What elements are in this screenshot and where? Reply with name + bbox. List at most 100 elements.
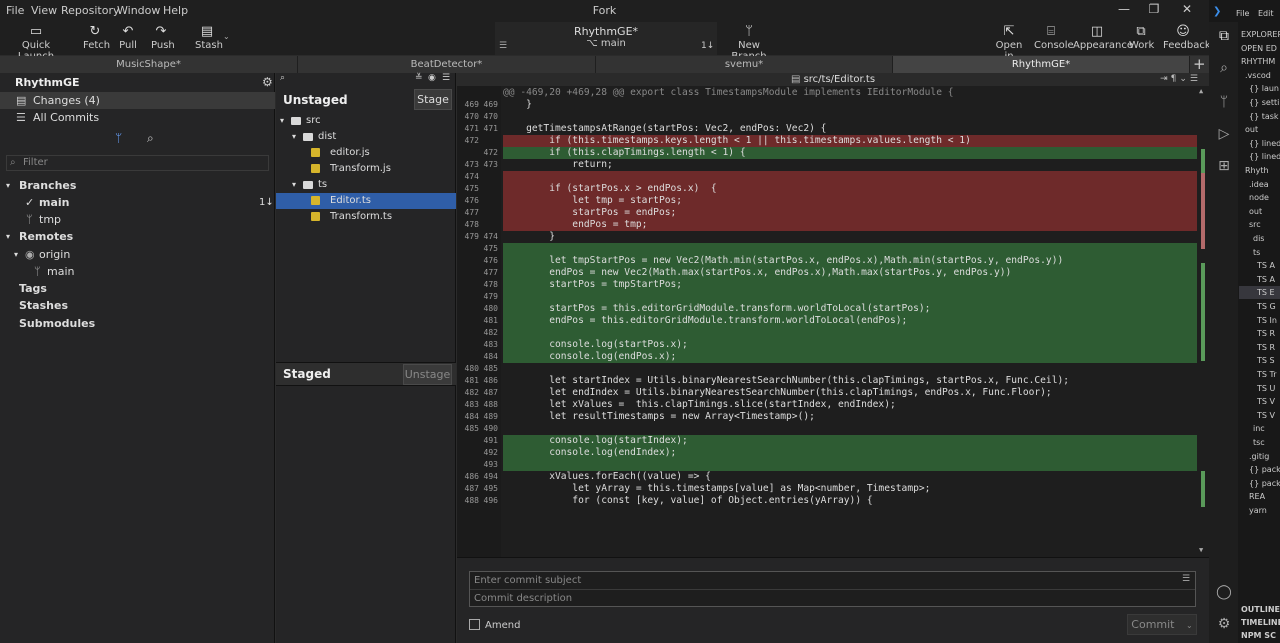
- close-icon[interactable]: ✕: [1172, 2, 1202, 16]
- gear-icon[interactable]: ⚙: [262, 75, 273, 89]
- tree-file[interactable]: Transform.ts: [276, 209, 456, 225]
- diff-line[interactable]: 480 485: [457, 363, 1197, 375]
- sidebar-section-remotes[interactable]: ▾ Remotes: [0, 228, 275, 245]
- sidebar-branch-tmp[interactable]: ᛘ tmp: [0, 211, 275, 228]
- vscode-explorer-item[interactable]: TS S: [1239, 354, 1280, 367]
- templates-icon[interactable]: ☰: [1182, 574, 1190, 584]
- diff-line[interactable]: 483 488 let xValues = this.clapTimings.sl…: [457, 399, 1197, 411]
- tab-svemu[interactable]: svemu*: [596, 56, 893, 73]
- explorer-icon[interactable]: ⧉: [1215, 28, 1233, 44]
- sidebar-remote-branch-main[interactable]: ᛘ main: [0, 263, 275, 280]
- diff-line-removed[interactable]: 472 if (this.timestamps.keys.length < 1 …: [457, 135, 1197, 147]
- source-control-icon[interactable]: ᛘ: [1215, 94, 1233, 110]
- sidebar-branch-main[interactable]: ✓ main 1↓: [0, 194, 275, 211]
- vscode-explorer-item[interactable]: TS V: [1239, 409, 1280, 422]
- console-button[interactable]: ⌸ Console: [1034, 24, 1074, 51]
- tree-file[interactable]: Editor.ts: [276, 193, 456, 209]
- diff-line-added[interactable]: 491 console.log(startIndex);: [457, 435, 1197, 447]
- search-icon[interactable]: ⌕: [280, 73, 285, 83]
- extensions-icon[interactable]: ⊞: [1215, 158, 1233, 174]
- vscode-explorer-item[interactable]: {} laun: [1239, 82, 1280, 95]
- vscode-panel-header[interactable]: TIMELINE: [1239, 616, 1280, 629]
- vscode-panel-header[interactable]: NPM SC: [1239, 629, 1280, 642]
- diff-line[interactable]: 479 474 }: [457, 231, 1197, 243]
- tree-file[interactable]: Transform.js: [276, 161, 456, 177]
- vscode-explorer-item[interactable]: {} lined: [1239, 137, 1280, 150]
- sidebar-remote-origin[interactable]: ▾ ◉ origin: [0, 246, 275, 263]
- commit-button[interactable]: Commit ⌄: [1127, 614, 1197, 635]
- minimize-icon[interactable]: —: [1109, 2, 1139, 16]
- vscode-explorer-item[interactable]: TS A: [1239, 273, 1280, 286]
- vscode-explorer-item[interactable]: TS G: [1239, 300, 1280, 313]
- vscode-explorer-item[interactable]: out: [1239, 123, 1280, 136]
- list-view-icon[interactable]: ☰: [442, 73, 450, 83]
- vscode-explorer-item[interactable]: {} pack: [1239, 477, 1280, 490]
- sidebar-section-branches[interactable]: ▾ Branches: [0, 177, 275, 194]
- vscode-explorer-item[interactable]: Rhyth: [1239, 164, 1280, 177]
- vscode-explorer-item[interactable]: TS R: [1239, 341, 1280, 354]
- branch-view-icon[interactable]: ᛘ: [115, 131, 122, 145]
- fetch-button[interactable]: ↻ Fetch: [83, 24, 110, 51]
- vscode-explorer-item[interactable]: TS A: [1239, 259, 1280, 272]
- stash-button[interactable]: ▤ Stash: [195, 24, 223, 51]
- diff-line-removed[interactable]: 475 if (startPos.x > endPos.x) {: [457, 183, 1197, 195]
- stash-dropdown-icon[interactable]: ⌄: [223, 32, 230, 41]
- diff-line[interactable]: 488 496 for (const [key, value] of Object…: [457, 495, 1197, 507]
- filter-input[interactable]: ⌕ Filter: [6, 155, 269, 171]
- eye-icon[interactable]: ◉: [428, 73, 436, 83]
- stage-button[interactable]: Stage: [414, 89, 452, 110]
- vscode-explorer-item[interactable]: node: [1239, 191, 1280, 204]
- diff-line-added[interactable]: 480 startPos = this.editorGridModule.tra…: [457, 303, 1197, 315]
- account-icon[interactable]: ◯: [1215, 584, 1233, 600]
- tree-folder[interactable]: ▾ dist: [276, 129, 456, 145]
- push-button[interactable]: ↷ Push: [151, 24, 175, 51]
- menu-help[interactable]: Help: [163, 4, 188, 17]
- diff-line[interactable]: 469 469 }: [457, 99, 1197, 111]
- diff-toolbar-icons[interactable]: ⇥¶⌄☰: [1160, 73, 1201, 86]
- diff-line-added[interactable]: 481 endPos = this.editorGridModule.trans…: [457, 315, 1197, 327]
- vscode-explorer-item[interactable]: EXPLORER: [1239, 28, 1280, 41]
- vscode-explorer-item[interactable]: TS E: [1239, 286, 1280, 300]
- vscode-explorer-item[interactable]: tsc: [1239, 436, 1280, 449]
- diff-line-added[interactable]: 484 console.log(endPos.x);: [457, 351, 1197, 363]
- commit-description-input[interactable]: Commit description: [474, 593, 572, 604]
- diff-line[interactable]: 473 473 return;: [457, 159, 1197, 171]
- feedback-button[interactable]: ☺ Feedback: [1163, 24, 1211, 51]
- diff-line-added[interactable]: 478 startPos = tmpStartPos;: [457, 279, 1197, 291]
- vscode-explorer-item[interactable]: .gitig: [1239, 450, 1280, 463]
- diff-line[interactable]: 481 486 let startIndex = Utils.binaryNear…: [457, 375, 1197, 387]
- sidebar-section-submodules[interactable]: Submodules: [0, 315, 275, 332]
- vscode-panel-header[interactable]: OUTLINE: [1239, 603, 1280, 616]
- vscode-explorer-item[interactable]: {} lined: [1239, 150, 1280, 163]
- vscode-explorer-item[interactable]: .idea: [1239, 178, 1280, 191]
- diff-line[interactable]: 482 487 let endIndex = Utils.binaryNeares…: [457, 387, 1197, 399]
- diff-line-added[interactable]: 472 if (this.clapTimings.length < 1) {: [457, 147, 1197, 159]
- vscode-explorer-item[interactable]: TS U: [1239, 382, 1280, 395]
- diff-line-added[interactable]: 477 endPos = new Vec2(Math.max(startPos.…: [457, 267, 1197, 279]
- pull-button[interactable]: ↶ Pull: [119, 24, 137, 51]
- expand-all-icon[interactable]: ≚: [415, 73, 423, 83]
- sidebar-item-changes[interactable]: ▤ Changes (4): [0, 92, 275, 109]
- appearance-button[interactable]: ◫ Appearance: [1073, 24, 1133, 51]
- diff-line[interactable]: 487 495 let yArray = this.timestamps[valu…: [457, 483, 1197, 495]
- menu-file[interactable]: File: [6, 4, 24, 17]
- tree-folder[interactable]: ▾ ts: [276, 177, 456, 193]
- vscode-explorer-item[interactable]: yarn: [1239, 504, 1280, 517]
- work-button[interactable]: ⧉ Work: [1129, 24, 1154, 51]
- commit-message-box[interactable]: Enter commit subject ☰ Commit descriptio…: [469, 571, 1196, 607]
- sidebar-item-all-commits[interactable]: ☰ All Commits: [0, 109, 275, 126]
- vscode-menu-edit[interactable]: Edit: [1258, 9, 1274, 18]
- vscode-explorer-item[interactable]: inc: [1239, 422, 1280, 435]
- diff-line-removed[interactable]: 476 let tmp = startPos;: [457, 195, 1197, 207]
- diff-line[interactable]: 471 471 getTimestampsAtRange(startPos: Ve…: [457, 123, 1197, 135]
- run-debug-icon[interactable]: ▷: [1215, 126, 1233, 142]
- vscode-explorer-item[interactable]: {} task: [1239, 110, 1280, 123]
- diff-line[interactable]: 470 470: [457, 111, 1197, 123]
- diff-line-added[interactable]: 483 console.log(startPos.x);: [457, 339, 1197, 351]
- vscode-explorer-item[interactable]: RHYTHM: [1239, 55, 1280, 68]
- diff-line[interactable]: 486 494 xValues.forEach((value) => {: [457, 471, 1197, 483]
- vscode-explorer-item[interactable]: .vscod: [1239, 69, 1280, 82]
- gear-icon[interactable]: ⚙: [1215, 616, 1233, 632]
- repository-selector[interactable]: RhythmGE* ⌥ main ☰ 1↓: [495, 22, 717, 55]
- scroll-up-icon[interactable]: ▲: [1199, 87, 1203, 95]
